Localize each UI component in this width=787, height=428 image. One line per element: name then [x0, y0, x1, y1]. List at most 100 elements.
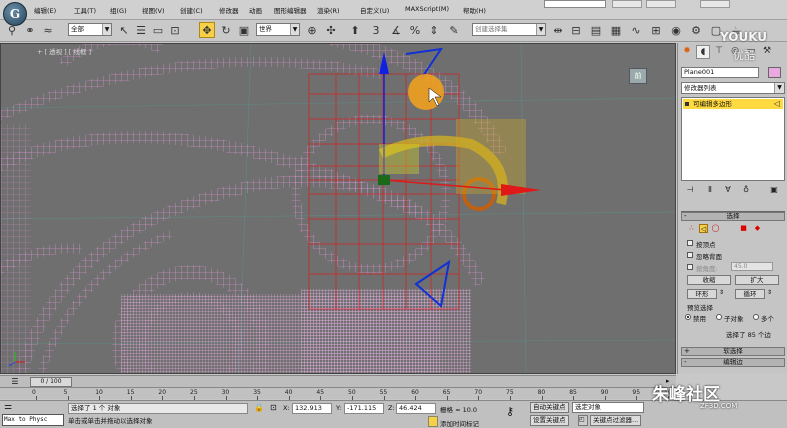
menu-tools[interactable]: 工具(T)	[74, 5, 96, 15]
select-object-icon[interactable]: ↖	[116, 22, 132, 38]
edit-named-sets-icon[interactable]: ✎	[446, 22, 462, 38]
light-bulb-icon[interactable]	[685, 102, 689, 106]
search-input[interactable]	[544, 0, 606, 8]
select-by-name-icon[interactable]: ☰	[133, 22, 149, 38]
view-cube[interactable]: 前	[629, 68, 647, 84]
edit-edges-rollout-header[interactable]: - 编辑边	[681, 358, 785, 367]
vertex-mode-icon[interactable]: ∴	[687, 224, 696, 233]
layer-manager-icon[interactable]: ▤	[588, 22, 604, 38]
angle-snap-icon[interactable]: ∡	[388, 22, 404, 38]
maxscript-listener-field[interactable]: Max to Physc	[2, 414, 64, 426]
shrink-button[interactable]: 收缩	[687, 275, 731, 285]
reference-coord-select[interactable]: 世界 ▼	[256, 23, 300, 36]
menu-rendering[interactable]: 渲染(R)	[317, 5, 340, 15]
modifier-list-select[interactable]: 修改器列表 ▼	[681, 82, 785, 94]
make-unique-icon[interactable]: ∀	[721, 183, 735, 196]
grow-button[interactable]: 扩大	[735, 275, 779, 285]
menu-modifiers[interactable]: 修改器	[219, 5, 239, 15]
mini-curve-editor-icon[interactable]: ☰	[8, 377, 22, 387]
move-icon[interactable]: ✥	[199, 22, 215, 38]
show-end-result-icon[interactable]: Ⅱ	[703, 183, 717, 196]
angle-spinner[interactable]: 45.0	[731, 262, 773, 271]
selection-rollout-header[interactable]: - 选择	[681, 212, 785, 221]
loop-spinner-icon[interactable]: ⇕	[767, 289, 774, 299]
render-setup-icon[interactable]: ⚙	[688, 22, 704, 38]
x-coordinate-field[interactable]: 132.913	[292, 403, 332, 414]
rotate-icon[interactable]: ↻	[218, 22, 234, 38]
window-button[interactable]	[700, 0, 730, 8]
stack-item-editable-poly[interactable]: 可编辑多边形 ◁	[683, 99, 783, 109]
edge-mode-icon[interactable]: ◁	[699, 224, 708, 233]
menu-graph-editors[interactable]: 图形编辑器	[274, 5, 307, 15]
pin-stack-icon[interactable]: ⊣	[683, 183, 697, 196]
set-key-icon[interactable]: ⚷	[506, 405, 524, 419]
window-button[interactable]	[646, 0, 676, 8]
object-color-swatch[interactable]	[768, 67, 781, 78]
bind-icon[interactable]: ≈	[40, 22, 56, 38]
by-vertex-checkbox[interactable]	[687, 240, 693, 246]
auto-key-button[interactable]: 自动关键点	[530, 402, 569, 413]
material-editor-icon[interactable]: ◉	[668, 22, 684, 38]
time-slider[interactable]: 0 / 100	[30, 377, 72, 387]
viewport-label[interactable]: + [ 透视 ] [ 线框 ]	[37, 46, 91, 56]
unlink-icon[interactable]: ⚭	[22, 22, 38, 38]
set-key-button[interactable]: 设置关键点	[530, 415, 569, 426]
app-logo-icon[interactable]: G	[3, 2, 27, 26]
percent-snap-icon[interactable]: %	[407, 22, 423, 38]
polygon-mode-icon[interactable]: ■	[739, 224, 748, 233]
preview-multiple-radio[interactable]	[753, 314, 759, 320]
preview-disabled-radio[interactable]	[685, 314, 691, 320]
graphite-ribbon-icon[interactable]: ▦	[608, 22, 624, 38]
soft-selection-rollout-header[interactable]: + 软选择	[681, 347, 785, 356]
ring-spinner-icon[interactable]: ⇕	[719, 289, 726, 299]
window-crossing-icon[interactable]: ⊡	[167, 22, 183, 38]
remove-modifier-icon[interactable]: ♁	[739, 183, 753, 196]
y-coordinate-field[interactable]: -171.115	[344, 403, 384, 414]
menu-edit[interactable]: 编辑(E)	[34, 5, 56, 15]
track-bar[interactable]: 0 5 10 15 20 25 30 35 40 45 50 55 60 65 70 75 80 85 90 95 10…	[0, 387, 676, 400]
key-filters-button[interactable]: 关键点过滤器...	[590, 415, 642, 426]
key-mode-select[interactable]: 选定对象	[572, 402, 644, 413]
menu-view[interactable]: 视图(V)	[142, 5, 165, 15]
element-mode-icon[interactable]: ◆	[753, 224, 762, 233]
schematic-view-icon[interactable]: ⊞	[648, 22, 664, 38]
window-button[interactable]	[612, 0, 642, 8]
menu-help[interactable]: 帮助(H)	[463, 5, 486, 15]
configure-modifier-sets-icon[interactable]: ▣	[767, 183, 781, 196]
named-selection-select[interactable]: 创建选择集 ▼	[472, 23, 546, 36]
menu-customize[interactable]: 自定义(U)	[360, 5, 389, 15]
by-angle-checkbox[interactable]	[687, 264, 693, 270]
menu-create[interactable]: 创建(C)	[180, 5, 203, 15]
curve-editor-icon[interactable]: ∿	[628, 22, 644, 38]
add-time-tag[interactable]: 添加时间标记	[440, 418, 479, 428]
loop-button[interactable]: 循环	[735, 289, 765, 299]
modify-tab-icon[interactable]: ◖	[696, 45, 710, 59]
key-filter-icon[interactable]: ◰	[578, 415, 588, 426]
utilities-tab-icon[interactable]: ⚒	[760, 45, 774, 59]
z-coordinate-field[interactable]: 46.424	[396, 403, 436, 414]
time-tag-icon[interactable]	[428, 416, 438, 427]
keyboard-shortcut-icon[interactable]: ⬆	[347, 22, 363, 38]
spinner-snap-icon[interactable]: ⇕	[426, 22, 442, 38]
menu-maxscript[interactable]: MAXScript(M)	[405, 5, 449, 13]
align-icon[interactable]: ⊟	[568, 22, 584, 38]
pivot-center-icon[interactable]: ⊕	[304, 22, 320, 38]
selection-filter-select[interactable]: 全部 ▼	[68, 23, 112, 36]
preview-subobject-radio[interactable]	[716, 314, 722, 320]
snaps-toggle-icon[interactable]: 3	[368, 22, 384, 38]
ring-button[interactable]: 环形	[687, 289, 717, 299]
menu-animation[interactable]: 动画	[249, 5, 262, 15]
create-tab-icon[interactable]: ✸	[680, 45, 694, 59]
hierarchy-tab-icon[interactable]: ⊤	[712, 45, 726, 59]
mirror-icon[interactable]: ⇹	[550, 22, 566, 38]
object-name-field[interactable]: Plane001	[681, 67, 759, 78]
listener-icon[interactable]: ⚌	[4, 402, 18, 413]
ignore-backfacing-checkbox[interactable]	[687, 252, 693, 258]
relative-mode-icon[interactable]: ⊡	[270, 403, 280, 414]
menu-group[interactable]: 组(G)	[110, 5, 127, 15]
lock-icon[interactable]: 🔒	[254, 403, 264, 414]
select-manipulate-icon[interactable]: ✣	[323, 22, 339, 38]
scale-icon[interactable]: ▣	[236, 22, 252, 38]
perspective-viewport[interactable]: + [ 透视 ] [ 线框 ] 前	[0, 43, 676, 374]
rect-selection-icon[interactable]: ▭	[150, 22, 166, 38]
